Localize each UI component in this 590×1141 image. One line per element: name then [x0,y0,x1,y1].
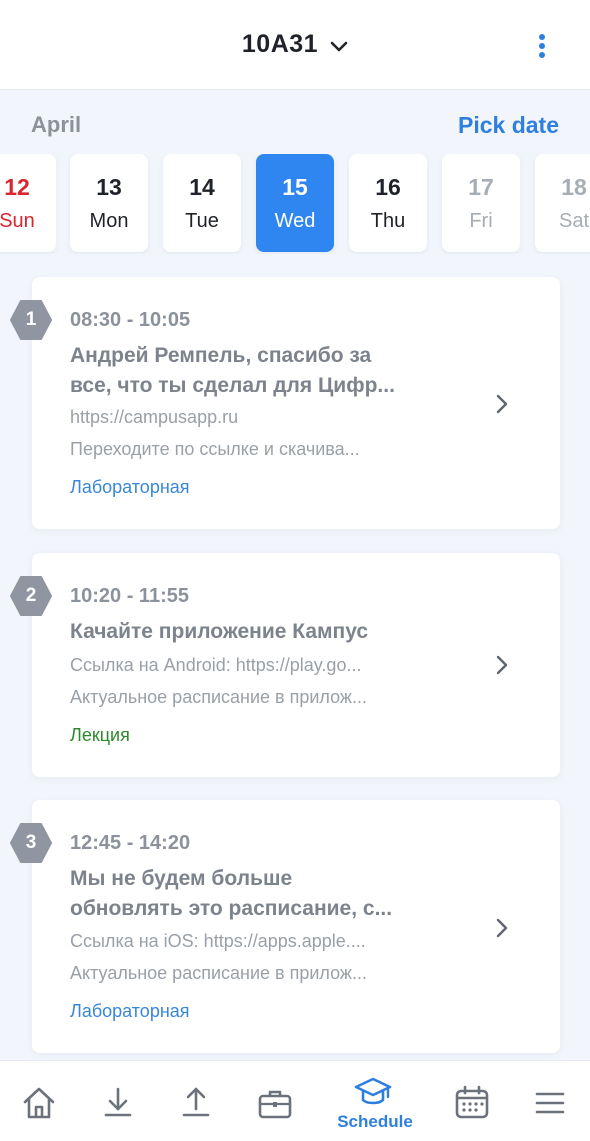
chevron-down-icon [330,31,348,60]
day-strip[interactable]: 12 Sun 13 Mon 14 Tue 15 Wed 16 Thu 17 Fr… [0,154,590,254]
lesson-card[interactable]: 2 10:20 - 11:55 Качайте приложение Кампу… [10,553,560,777]
lesson-number-badge: 2 [10,575,52,617]
lesson-card[interactable]: 1 08:30 - 10:05 Андрей Ремпель, спасибо … [10,277,560,529]
day-number: 16 [375,174,401,200]
lesson-kind: Лабораторная [70,1001,190,1021]
day-number: 15 [282,174,308,200]
lesson-time: 10:20 - 11:55 [70,585,189,607]
top-app-bar: 10А31 [0,0,590,90]
upload-icon[interactable] [176,1083,220,1127]
lesson-info-line: Ссылка на iOS: https://apps.apple.... [70,931,366,951]
day-weekday: Wed [274,210,316,232]
group-name: 10А31 [241,30,319,58]
lesson-info-line: Ссылка на Android: https://play.go... [70,655,362,675]
lesson-subject: Мы не будем больше обновлять это расписа… [70,867,393,920]
group-selector[interactable]: 10А31 [0,30,590,60]
day-number: 13 [96,174,122,200]
download-icon[interactable] [98,1083,142,1127]
lesson-number-badge: 1 [10,299,52,341]
day-number: 12 [4,174,30,200]
day-18[interactable]: 18 Sat [535,154,590,252]
home-icon[interactable] [19,1083,63,1127]
hamburger-icon[interactable] [530,1083,574,1127]
day-weekday: Tue [185,210,219,232]
day-number: 17 [468,174,494,200]
lesson-time: 12:45 - 14:20 [70,832,191,854]
day-16[interactable]: 16 Thu [349,154,427,252]
day-number: 18 [561,174,587,200]
lesson-time: 08:30 - 10:05 [70,309,191,331]
lesson-subject: Андрей Ремпель, спасибо за все, что ты с… [70,344,395,397]
lesson-card[interactable]: 3 12:45 - 14:20 Мы не будем больше обнов… [10,800,560,1053]
day-14[interactable]: 14 Tue [163,154,241,252]
month-row: April Pick date [0,112,590,142]
day-weekday: Sat [558,210,590,232]
chevron-right-icon [494,393,510,415]
chevron-right-icon [494,917,510,939]
lesson-info-line: Актуальное расписание в прилож... [70,687,367,707]
bottom-navigation: Schedule [0,1060,590,1141]
pick-date-button[interactable]: Pick date [458,112,559,139]
lesson-info-line: Переходите по ссылке и скачива... [70,439,360,459]
lesson-subject: Качайте приложение Кампус [70,620,369,643]
lesson-kind: Лабораторная [70,477,190,497]
nav-schedule-label[interactable]: Schedule [330,1112,420,1132]
lesson-number-badge: 3 [10,822,52,864]
briefcase-icon[interactable] [255,1083,299,1127]
day-12[interactable]: 12 Sun [0,154,56,252]
day-15-selected[interactable]: 15 Wed [256,154,334,252]
day-number: 14 [189,174,215,200]
lesson-info-line: https://campusapp.ru [70,407,239,427]
day-weekday: Fri [469,210,493,232]
lesson-info-line: Актуальное расписание в прилож... [70,963,367,983]
month-label: April [31,112,82,137]
day-weekday: Thu [370,210,406,232]
day-weekday: Sun [0,210,35,232]
day-13[interactable]: 13 Mon [70,154,148,252]
chevron-right-icon [494,654,510,676]
day-17[interactable]: 17 Fri [442,154,520,252]
day-weekday: Mon [89,210,129,232]
kebab-icon[interactable] [536,34,548,62]
calendar-icon[interactable] [452,1083,496,1127]
lesson-kind: Лекция [70,725,130,745]
